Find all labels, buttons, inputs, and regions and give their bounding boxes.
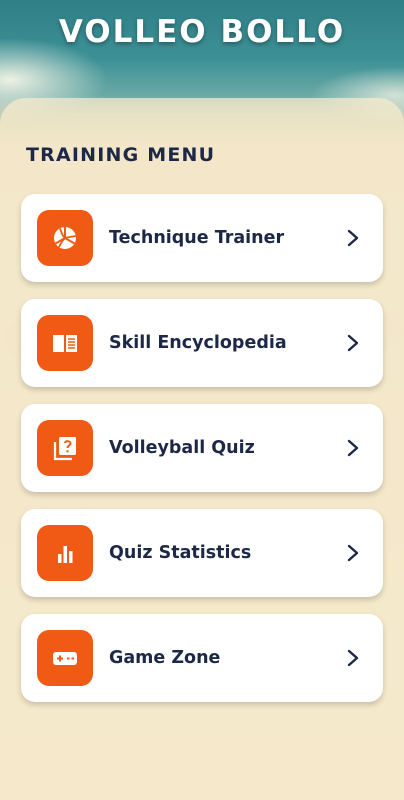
menu-icon-tile (37, 315, 93, 371)
menu-icon-tile (37, 630, 93, 686)
app-title: VOLLEO BOLLO (58, 14, 346, 50)
gamepad-icon (53, 652, 77, 665)
menu-item-label: Technique Trainer (109, 228, 285, 248)
chevron-right-icon (347, 544, 359, 562)
menu-item-label: Game Zone (109, 648, 221, 668)
chevron-right-icon (347, 229, 359, 247)
quiz-question-icon (53, 437, 76, 461)
menu-item-technique-trainer[interactable]: Technique Trainer (21, 194, 383, 282)
menu-item-skill-encyclopedia[interactable]: Skill Encyclopedia (21, 299, 383, 387)
menu-icon-tile (37, 420, 93, 476)
menu-item-label: Skill Encyclopedia (109, 333, 287, 353)
open-book-icon (53, 335, 77, 352)
bar-chart-icon (58, 546, 73, 563)
chevron-right-icon (347, 334, 359, 352)
volleyball-icon (54, 227, 77, 249)
menu-icon-tile (37, 210, 93, 266)
menu-item-volleyball-quiz[interactable]: Volleyball Quiz (21, 404, 383, 492)
menu-item-label: Volleyball Quiz (109, 438, 255, 458)
menu-item-label: Quiz Statistics (109, 543, 252, 563)
menu-item-game-zone[interactable]: Game Zone (21, 614, 383, 702)
chevron-right-icon (347, 649, 359, 667)
section-title: TRAINING MENU (26, 144, 216, 166)
chevron-right-icon (347, 439, 359, 457)
menu-icon-tile (37, 525, 93, 581)
menu-item-quiz-statistics[interactable]: Quiz Statistics (21, 509, 383, 597)
